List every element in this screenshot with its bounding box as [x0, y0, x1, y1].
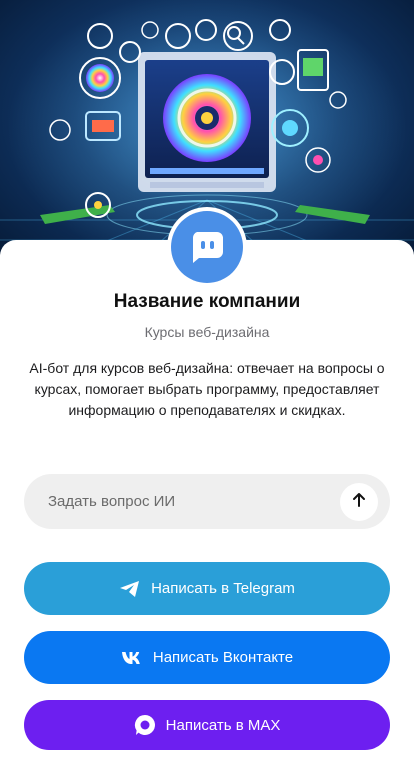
arrow-up-icon	[351, 492, 367, 513]
ask-ai-placeholder: Задать вопрос ИИ	[48, 493, 176, 510]
page: Название компании Курсы веб-дизайна AI-б…	[0, 0, 414, 770]
vk-button[interactable]: Написать Вконтакте	[24, 631, 390, 684]
vk-icon	[121, 651, 143, 665]
chat-bot-icon	[171, 211, 243, 283]
company-name: Название компании	[113, 291, 301, 312]
telegram-button[interactable]: Написать в Telegram	[24, 562, 390, 615]
company-avatar	[167, 207, 247, 287]
max-icon	[134, 714, 156, 736]
vk-button-label: Написать Вконтакте	[152, 649, 294, 666]
max-button-label: Написать в MAX	[165, 716, 281, 734]
max-button[interactable]: Написать в MAX	[24, 700, 390, 750]
telegram-icon	[119, 580, 141, 598]
ask-ai-input[interactable]: Задать вопрос ИИ	[24, 474, 390, 529]
send-button[interactable]	[340, 483, 378, 521]
company-subtitle: Курсы веб-дизайна	[144, 324, 270, 340]
telegram-button-label: Написать в Telegram	[151, 580, 295, 597]
company-description: AI-бот для курсов веб-дизайна: отвечает …	[29, 360, 385, 418]
